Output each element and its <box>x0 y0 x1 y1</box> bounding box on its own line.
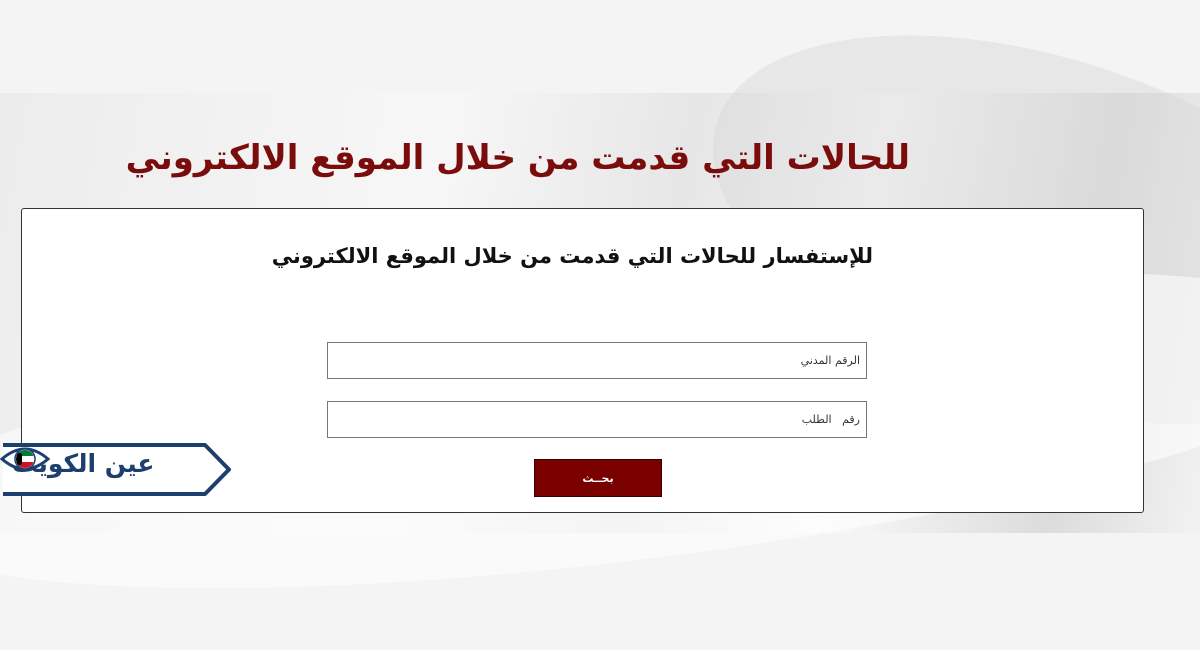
ain-alkuwait-logo: عين الكويت <box>0 442 232 497</box>
page-title: للحالات التي قدمت من خلال الموقع الالكتر… <box>125 138 910 178</box>
form-heading: للإستفسار للحالات التي قدمت من خلال المو… <box>271 244 873 268</box>
civil-id-input[interactable] <box>327 342 867 379</box>
eye-icon <box>0 447 50 471</box>
request-number-input[interactable] <box>327 401 867 438</box>
search-button[interactable]: بحــث <box>534 459 662 497</box>
